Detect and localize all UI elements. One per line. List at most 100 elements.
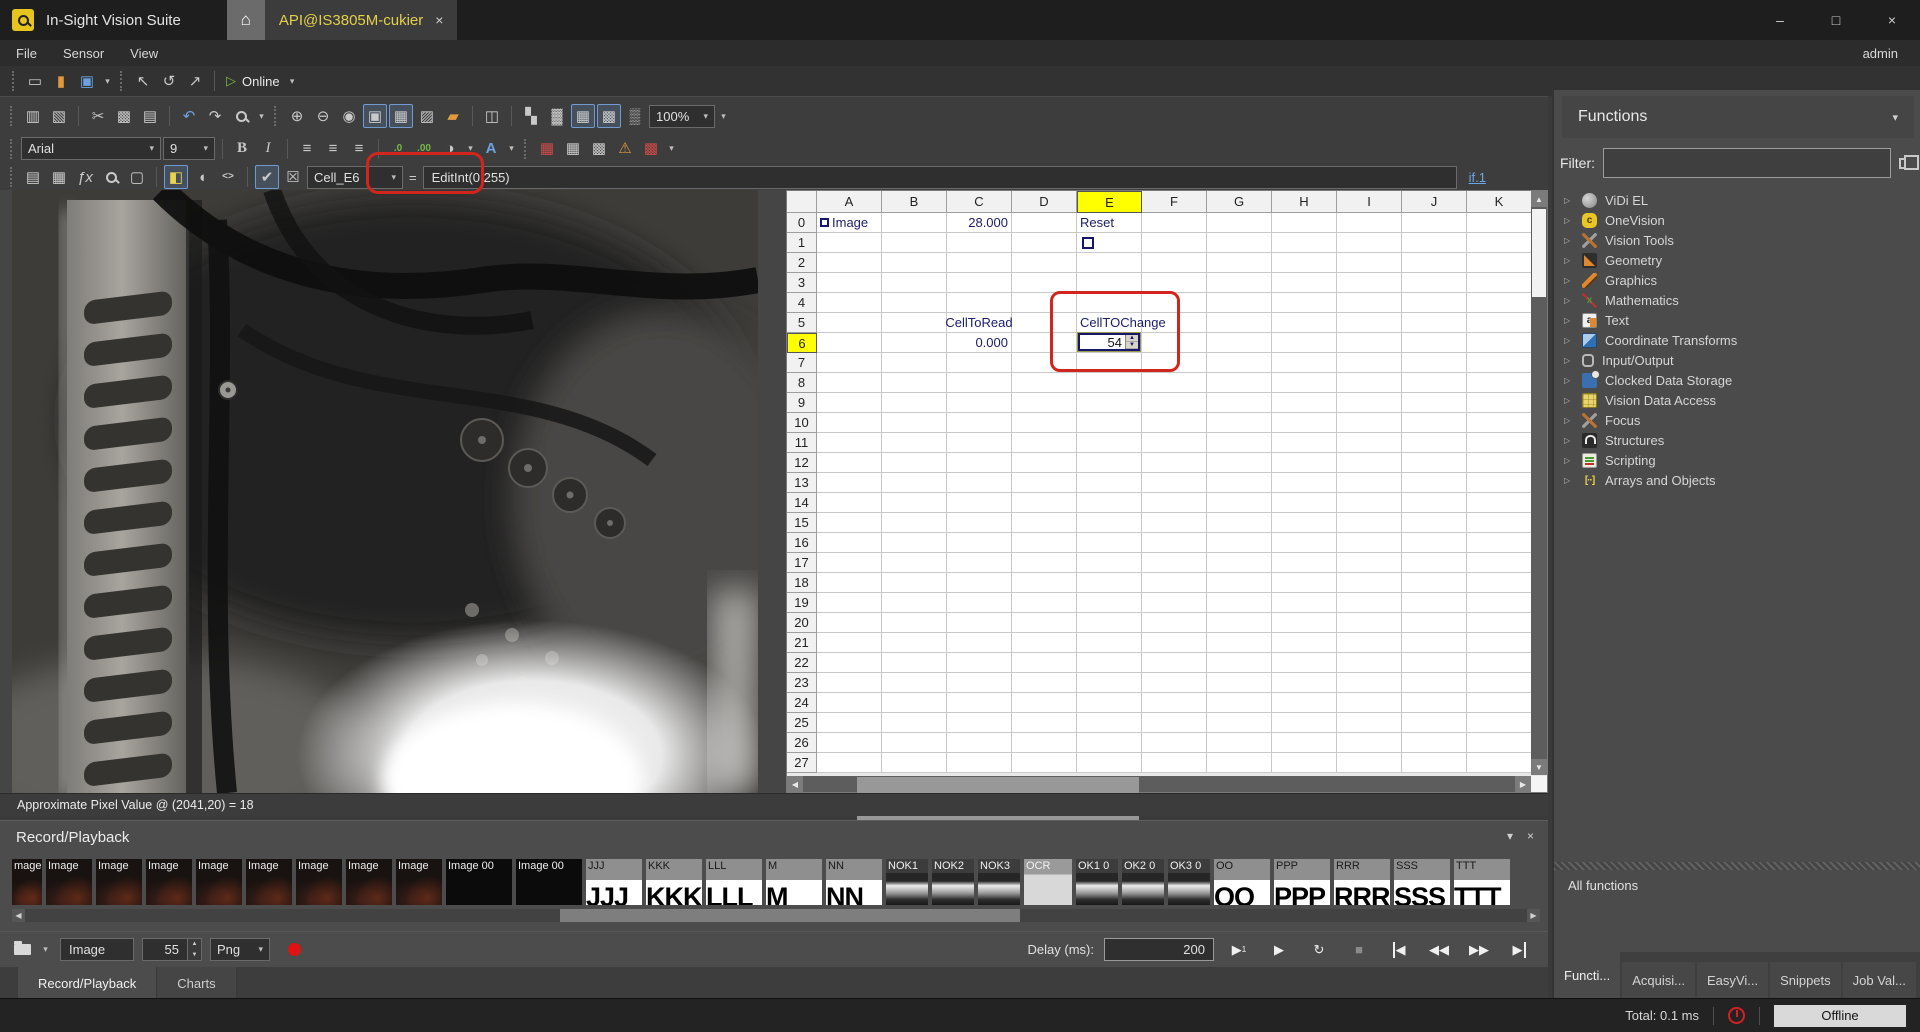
cell-A8[interactable] (817, 373, 882, 393)
row-header-15[interactable]: 15 (787, 513, 817, 533)
cell-K19[interactable] (1467, 593, 1532, 613)
filmstrip-thumbnail[interactable]: NOK3 (978, 859, 1020, 905)
cell-I18[interactable] (1337, 573, 1402, 593)
cell-A18[interactable] (817, 573, 882, 593)
cell-F18[interactable] (1142, 573, 1207, 593)
cell-A5[interactable] (817, 313, 882, 333)
cell-E19[interactable] (1077, 593, 1142, 613)
row-header-1[interactable]: 1 (787, 233, 817, 253)
cell-K0[interactable] (1467, 213, 1532, 233)
cell-H10[interactable] (1272, 413, 1337, 433)
cell-E0[interactable]: Reset (1077, 213, 1142, 233)
cell-G17[interactable] (1207, 553, 1272, 573)
cell-K13[interactable] (1467, 473, 1532, 493)
filmstrip-thumbnail[interactable]: NOK2 (932, 859, 974, 905)
row-header-10[interactable]: 10 (787, 413, 817, 433)
cell-C11[interactable] (947, 433, 1012, 453)
cell-G22[interactable] (1207, 653, 1272, 673)
tree-item-onevision[interactable]: ▷cOneVision (1564, 210, 1914, 230)
row-header-14[interactable]: 14 (787, 493, 817, 513)
cell-C23[interactable] (947, 673, 1012, 693)
column-header-D[interactable]: D (1012, 191, 1077, 213)
cell-B7[interactable] (882, 353, 947, 373)
cell-I1[interactable] (1337, 233, 1402, 253)
tree-item-coordinate-transforms[interactable]: ▷Coordinate Transforms (1564, 330, 1914, 350)
align-center-icon[interactable]: ≡ (321, 137, 345, 161)
undo-icon[interactable]: ↶ (177, 104, 201, 128)
cell-K4[interactable] (1467, 293, 1532, 313)
align-right-icon[interactable]: ≡ (347, 137, 371, 161)
cell-K10[interactable] (1467, 413, 1532, 433)
filmstrip-scroll-right-icon[interactable]: ▶ (1527, 909, 1540, 922)
cell-E18[interactable] (1077, 573, 1142, 593)
cell-H19[interactable] (1272, 593, 1337, 613)
cell-F20[interactable] (1142, 613, 1207, 633)
cell-C19[interactable] (947, 593, 1012, 613)
cell-B24[interactable] (882, 693, 947, 713)
cell-C6[interactable]: 0.000 (947, 333, 1012, 353)
toolbar-grip[interactable] (120, 71, 125, 91)
cell-D19[interactable] (1012, 593, 1077, 613)
cell-B2[interactable] (882, 253, 947, 273)
filmstrip-thumbnail[interactable]: OK2 0 (1122, 859, 1164, 905)
tree-item-input-output[interactable]: ▷Input/Output (1564, 350, 1914, 370)
open-job-icon[interactable]: ▮ (49, 69, 73, 93)
row-header-5[interactable]: 5 (787, 313, 817, 333)
row-header-3[interactable]: 3 (787, 273, 817, 293)
cell-G8[interactable] (1207, 373, 1272, 393)
increase-decimal-icon[interactable]: .0 (386, 137, 410, 161)
cell-A16[interactable] (817, 533, 882, 553)
cell-D27[interactable] (1012, 753, 1077, 773)
cell-B15[interactable] (882, 513, 947, 533)
cell-C21[interactable] (947, 633, 1012, 653)
cell-K12[interactable] (1467, 453, 1532, 473)
snapshot-icon[interactable]: ▨ (415, 104, 439, 128)
record-counter-input[interactable]: 55 (142, 938, 188, 961)
cell-D16[interactable] (1012, 533, 1077, 553)
cell-E16[interactable] (1077, 533, 1142, 553)
tree-item-mathematics[interactable]: ▷xMathematics (1564, 290, 1914, 310)
cell-E5[interactable]: CellTOChange (1077, 313, 1142, 333)
document-tab[interactable]: API@IS3805M-cukier × (265, 0, 458, 40)
scroll-left-icon[interactable]: ◀ (787, 776, 803, 792)
tree-item-vidi-el[interactable]: ▷ViDi EL (1564, 190, 1914, 210)
filmstrip-thumbnail[interactable]: Image (146, 859, 192, 905)
toolbar-grip[interactable] (274, 106, 279, 126)
cell-C1[interactable] (947, 233, 1012, 253)
filmstrip-thumbnail[interactable]: OCR (1024, 859, 1072, 905)
cell-K21[interactable] (1467, 633, 1532, 653)
cell-A19[interactable] (817, 593, 882, 613)
spin-down-icon[interactable]: ▼ (1126, 342, 1138, 349)
cell-I23[interactable] (1337, 673, 1402, 693)
insert-function-icon[interactable]: ƒx (73, 165, 97, 189)
cell-J25[interactable] (1402, 713, 1467, 733)
cell-F3[interactable] (1142, 273, 1207, 293)
expand-icon[interactable]: ▷ (1564, 296, 1574, 305)
cell-A21[interactable] (817, 633, 882, 653)
cell-G18[interactable] (1207, 573, 1272, 593)
cell-A1[interactable] (817, 233, 882, 253)
cell-H26[interactable] (1272, 733, 1337, 753)
cell-F24[interactable] (1142, 693, 1207, 713)
cell-F6[interactable] (1142, 333, 1207, 353)
tree-item-vision-tools[interactable]: ▷Vision Tools (1564, 230, 1914, 250)
toolbar-overflow-caret-icon[interactable]: ▾ (717, 104, 730, 128)
filmstrip-thumbnail[interactable]: OK3 0 (1168, 859, 1210, 905)
filmstrip-thumbnail[interactable]: Image (296, 859, 342, 905)
zoom-in-icon[interactable]: ⊕ (285, 104, 309, 128)
row-header-6[interactable]: 6 (787, 333, 817, 353)
cell-G7[interactable] (1207, 353, 1272, 373)
cell-C16[interactable] (947, 533, 1012, 553)
cell-A14[interactable] (817, 493, 882, 513)
cell-D17[interactable] (1012, 553, 1077, 573)
cell-I0[interactable] (1337, 213, 1402, 233)
row-header-23[interactable]: 23 (787, 673, 817, 693)
cell-A23[interactable] (817, 673, 882, 693)
cell-K17[interactable] (1467, 553, 1532, 573)
cell-B26[interactable] (882, 733, 947, 753)
cell-H16[interactable] (1272, 533, 1337, 553)
cell-C20[interactable] (947, 613, 1012, 633)
toolbar-overflow-caret-icon[interactable]: ▾ (665, 137, 678, 161)
cell-J23[interactable] (1402, 673, 1467, 693)
cell-D6[interactable] (1012, 333, 1077, 353)
